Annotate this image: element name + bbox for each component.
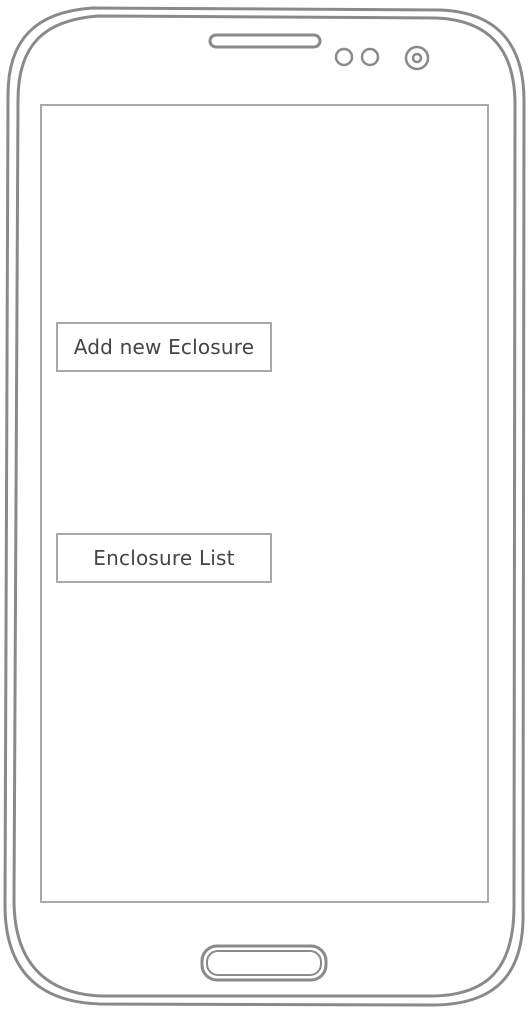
sensor-left-icon [334,47,354,67]
add-new-enclosure-label: Add new Eclosure [73,335,255,359]
enclosure-list-button[interactable]: Enclosure List [56,533,272,583]
enclosure-list-label: Enclosure List [93,546,235,570]
add-new-enclosure-button[interactable]: Add new Eclosure [56,322,272,372]
camera-lens [411,52,423,64]
sensor-right-icon [360,47,380,67]
home-button-inner-outline [206,950,322,976]
sensor-icon [334,47,380,67]
phone-screen [40,104,489,903]
front-camera-icon [404,45,430,71]
camera-outer-ring [404,45,430,71]
speaker-grille-icon [208,33,322,49]
